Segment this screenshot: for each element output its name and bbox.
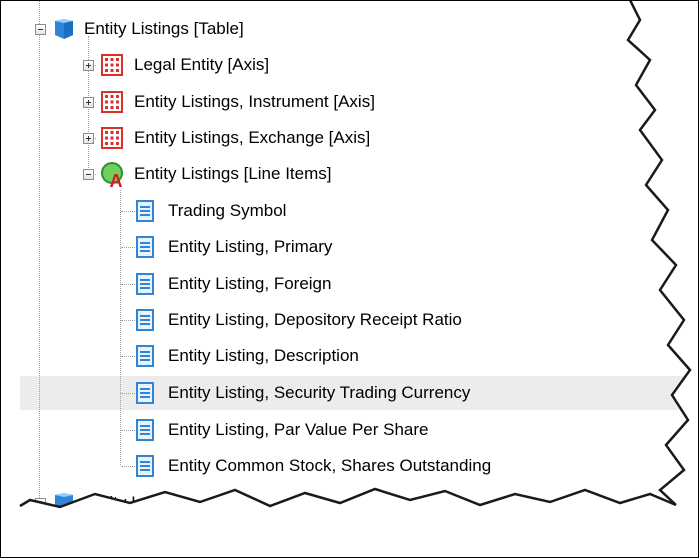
- torn-edge-overlay: [0, 0, 699, 558]
